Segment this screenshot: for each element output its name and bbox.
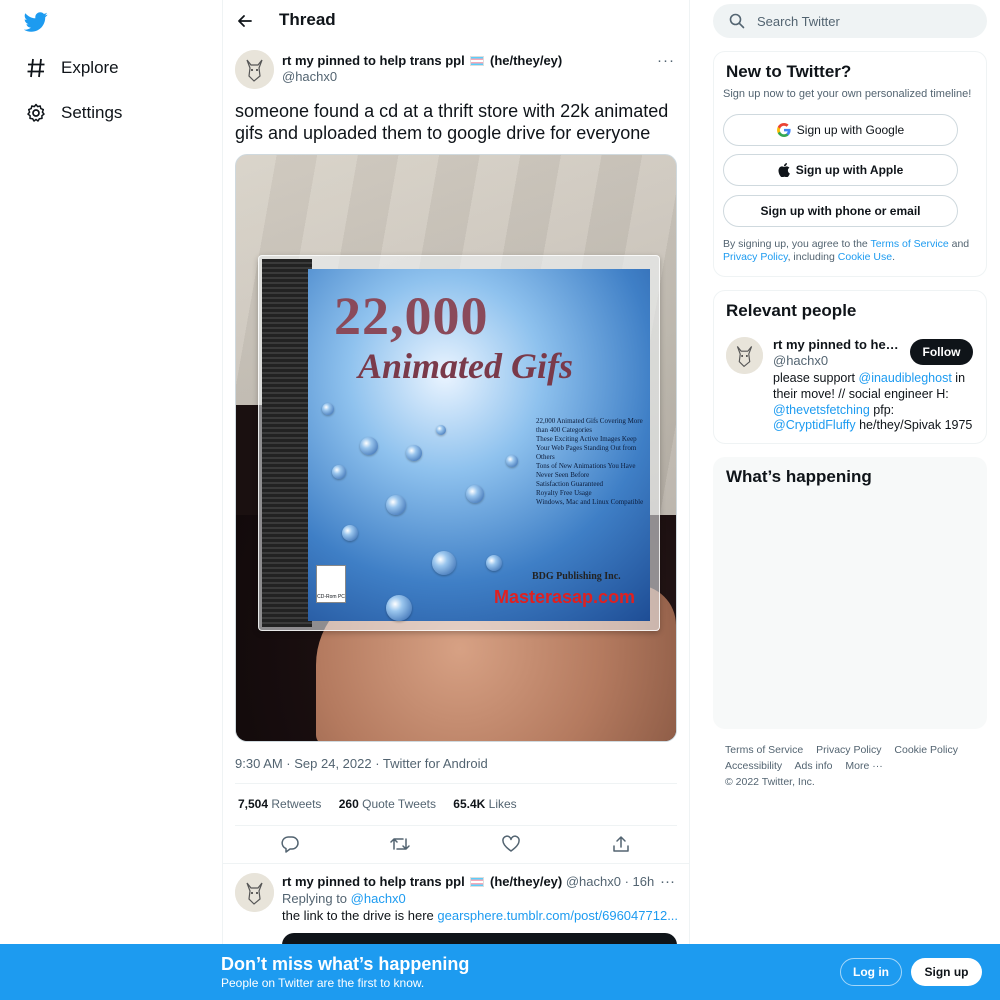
panel-title: Relevant people [726,301,857,320]
cd-brand: Masterasap.com [494,587,636,607]
privacy-policy-link[interactable]: Privacy Policy [723,251,788,263]
likes-stat[interactable]: 65.4K Likes [453,797,516,811]
footer-accessibility-link[interactable]: Accessibility [725,760,782,772]
reply-text: the link to the drive is here gearsphere… [282,908,679,923]
cd-cover-title: 22,000 [334,286,489,346]
cd-publisher: BDG Publishing Inc. [532,571,621,582]
relevant-people-panel: Relevant people rt my pinned to help tra… [713,290,987,444]
bottom-bar-subtitle: People on Twitter are the first to know. [221,976,425,990]
more-options-icon[interactable]: ··· [657,52,675,69]
relevant-person-bio: please support @inaudibleghost in their … [773,371,973,433]
gear-icon [26,103,46,123]
nav-explore[interactable]: Explore [26,53,119,83]
cookie-use-link[interactable]: Cookie Use [838,251,892,263]
retweets-stat[interactable]: 7,504 Retweets [238,797,321,811]
share-icon[interactable] [611,834,631,854]
tweet-author-handle[interactable]: @hachx0 [282,69,337,84]
search-box[interactable] [713,4,987,38]
tweet-timestamp[interactable]: 9:30 AM · Sep 24, 2022 · Twitter for And… [235,756,488,771]
divider [223,863,689,864]
apple-icon [778,163,790,177]
reply-header: rt my pinned to help trans ppl (he/they/… [282,874,655,889]
footer-cookie-link[interactable]: Cookie Policy [894,744,958,756]
nav-settings[interactable]: Settings [26,98,122,128]
bio-mention-link[interactable]: @thevetsfetching [773,403,870,417]
terms-of-service-link[interactable]: Terms of Service [871,238,949,250]
left-navigation: Explore Settings [0,0,222,1000]
avatar[interactable] [726,337,763,374]
tweet-photo[interactable]: 22,000 Animated Gifs 22,000 Animated Gif… [235,154,677,742]
cd-cover-subtitle: Animated Gifs [358,346,574,386]
drive-link[interactable]: gearsphere.tumblr.com/post/696047712... [437,908,678,923]
reply-time[interactable]: · 16h [625,874,655,889]
avatar[interactable] [235,50,274,89]
footer-terms-link[interactable]: Terms of Service [725,744,803,756]
footer-copyright: © 2022 Twitter, Inc. [725,776,815,788]
tweet-author-name[interactable]: rt my pinned to help trans ppl (he/they/… [282,53,562,68]
signup-terms: By signing up, you agree to the Terms of… [723,238,970,263]
trans-flag-icon [470,56,485,66]
nav-settings-label: Settings [61,103,123,122]
panel-title: What’s happening [726,467,872,486]
reply-icon[interactable] [280,834,300,854]
relevant-person-handle[interactable]: @hachx0 [773,353,828,368]
reply-author-name[interactable]: rt my pinned to help trans ppl [282,874,465,889]
reply-author-handle[interactable]: @hachx0 [566,874,621,889]
tweet-stats: 7,504 Retweets 260 Quote Tweets 65.4K Li… [238,797,531,811]
footer-ads-link[interactable]: Ads info [795,760,833,772]
signup-button[interactable]: Sign up [911,958,982,986]
more-options-icon[interactable]: ··· [660,873,675,890]
follow-button[interactable]: Follow [910,339,973,365]
retweet-icon[interactable] [390,834,410,854]
relevant-person-name[interactable]: rt my pinned to help trans ppl [773,337,899,352]
page-title: Thread [279,10,336,29]
signup-google-button[interactable]: Sign up with Google [723,114,958,146]
cdrom-badge: CD-Rom PC [316,565,346,603]
google-icon [776,123,791,137]
panel-title: New to Twitter? [726,62,852,81]
footer-more-link[interactable]: More ··· [845,760,882,772]
search-input[interactable] [757,4,977,38]
footer-privacy-link[interactable]: Privacy Policy [816,744,881,756]
whats-happening-panel: What’s happening [713,457,987,729]
divider [235,783,677,784]
quote-tweets-stat[interactable]: 260 Quote Tweets [339,797,436,811]
thread-column: Thread rt my pinned to help trans ppl (h… [222,0,690,1000]
bio-mention-link[interactable]: @inaudibleghost [859,371,952,385]
signup-apple-button[interactable]: Sign up with Apple [723,154,958,186]
trans-flag-icon [470,877,485,887]
panel-subtitle: Sign up now to get your own personalized… [723,88,972,100]
twitter-bird-icon[interactable] [23,10,48,34]
hashtag-icon [26,58,46,78]
cd-cover-bullets: 22,000 Animated Gifs Covering More than … [536,417,644,506]
signup-phone-email-button[interactable]: Sign up with phone or email [723,195,958,227]
bottom-bar-title: Don’t miss what’s happening [221,954,470,974]
login-button[interactable]: Log in [840,958,902,986]
divider [235,825,677,826]
avatar[interactable] [235,873,274,912]
new-to-twitter-panel: New to Twitter? Sign up now to get your … [713,51,987,277]
footer-links: Terms of Service Privacy Policy Cookie P… [725,742,987,790]
replying-to: Replying to @hachx0 [282,891,406,906]
signup-prompt-bar: Don’t miss what’s happening People on Tw… [0,944,1000,1000]
like-icon[interactable] [501,834,521,854]
replying-to-handle-link[interactable]: @hachx0 [351,891,406,906]
nav-explore-label: Explore [61,58,119,77]
search-icon [729,13,745,29]
tweet-text: someone found a cd at a thrift store wit… [235,101,669,143]
back-arrow-icon[interactable] [235,11,255,31]
tweet-actions [223,834,689,854]
bio-mention-link[interactable]: @CryptidFluffy [773,418,856,432]
